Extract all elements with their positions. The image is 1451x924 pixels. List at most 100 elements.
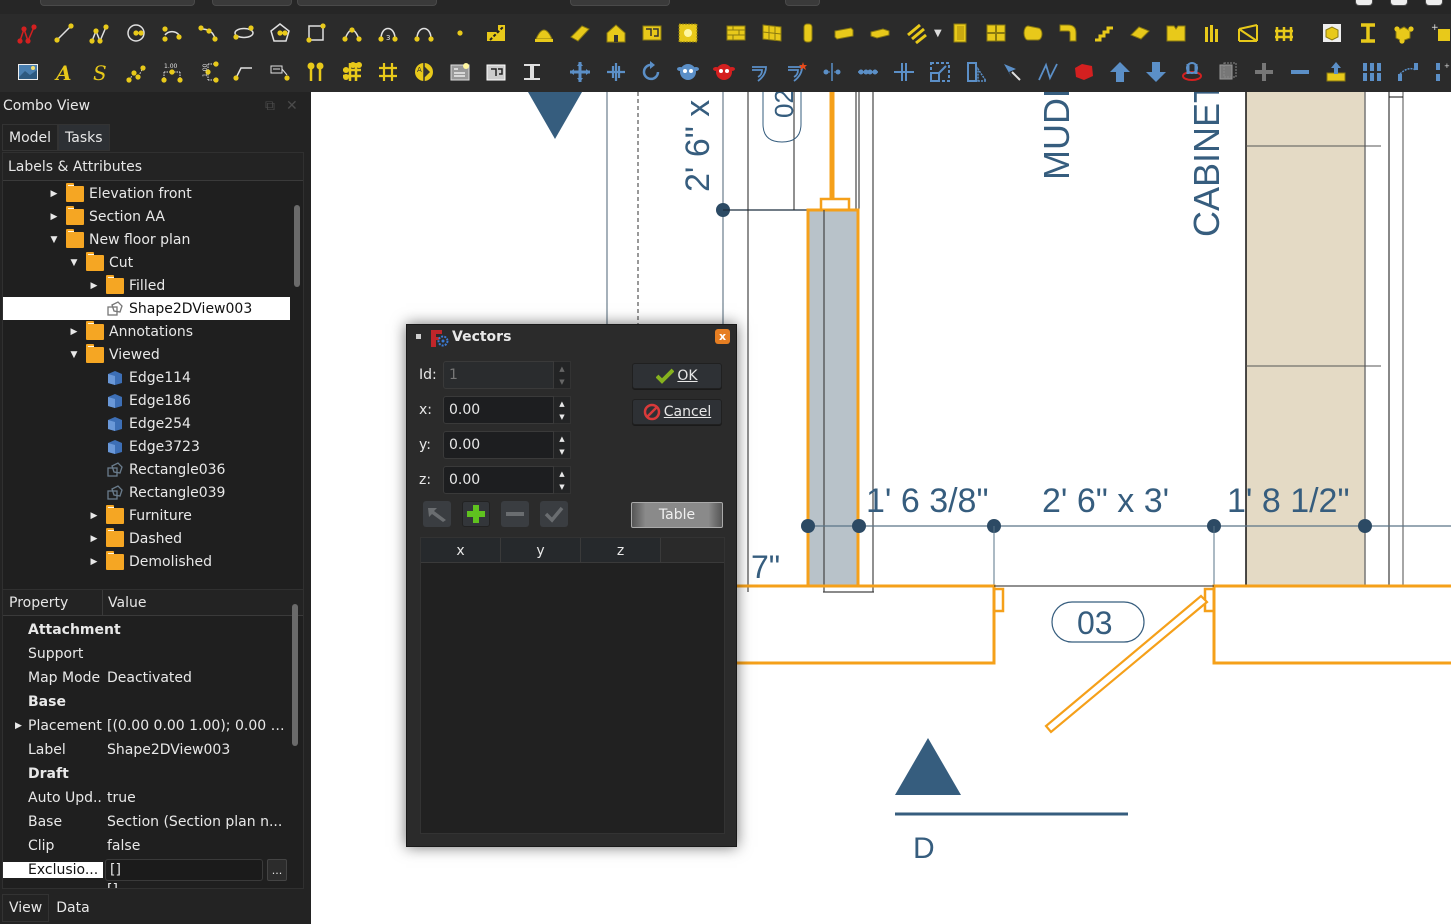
z-spinbox[interactable]: 0.00 ▲ ▼ [443,466,571,494]
tree-item[interactable]: ▶ Furniture [3,504,290,527]
remove-button[interactable] [1282,56,1318,88]
move-button[interactable] [562,56,598,88]
collapse-arrow-icon[interactable]: ▼ [68,350,80,360]
wire-to-bspline-button[interactable] [1030,56,1066,88]
mirror-button[interactable] [814,56,850,88]
window-menu-icon[interactable] [416,334,421,339]
expand-arrow-icon[interactable]: ▶ [88,281,100,291]
bezier-button[interactable] [406,17,442,49]
tree-item[interactable]: ▶Edge114 [3,366,290,389]
tree-header[interactable]: Labels & Attributes [3,153,303,181]
tree-item[interactable]: ▶ Filled [3,274,290,297]
close-button[interactable]: x [715,329,730,344]
property-row[interactable]: Map Mode Deactivated [3,666,290,690]
stretch-button[interactable] [598,56,634,88]
toolbar-combo-2[interactable] [297,0,437,6]
dimension-button[interactable]: 1.00 [154,56,190,88]
window-control[interactable] [1390,0,1408,6]
dimension-vertical-button[interactable]: 1.00 [190,56,226,88]
spin-down-icon[interactable]: ▼ [559,413,564,421]
polyline-button[interactable] [10,17,46,49]
arch-wall-button[interactable] [718,17,754,49]
value-column-header[interactable]: Value [103,595,146,611]
draft-view-button[interactable] [1210,56,1246,88]
x-spinbox[interactable]: 0.00 ▲ ▼ [443,396,571,424]
float-panel-icon[interactable]: ⧉ [265,98,275,114]
axis-system-button[interactable] [334,56,370,88]
spin-up-icon[interactable]: ▲ [559,365,564,373]
collapse-arrow-icon[interactable]: ▼ [48,235,60,245]
window-control[interactable] [1355,0,1373,6]
tab-data[interactable]: Data [49,894,97,922]
polygon-button[interactable] [262,17,298,49]
id-spinbox[interactable]: 1 ▲ ▼ [443,361,571,389]
tab-model[interactable]: Model [2,124,59,151]
arch-pipe-connector-button[interactable] [1050,17,1086,49]
property-vertical-scrollbar[interactable] [292,604,298,746]
property-row[interactable]: Support [3,642,290,666]
property-row[interactable]: Label Shape2DView003 [3,738,290,762]
push-button[interactable] [1318,56,1354,88]
point-array-button[interactable]: + [1426,56,1451,88]
x-field[interactable]: 0.00 [443,396,554,424]
spin-up-icon[interactable]: ▲ [559,470,564,478]
z-field[interactable]: 0.00 [443,466,554,494]
arch-rebar-button[interactable] [898,17,934,49]
arch-floor-button[interactable] [634,17,670,49]
bspline-button[interactable] [334,17,370,49]
toolbar-button[interactable] [785,0,820,6]
spin-down-icon[interactable]: ▼ [559,378,564,386]
tree-item[interactable]: ▶Shape2DView003 [3,297,290,320]
y-spinbox[interactable]: 0.00 ▲ ▼ [443,431,571,459]
toolbar-group[interactable] [570,0,670,6]
workbench-selector[interactable] [40,0,195,6]
text-button[interactable]: A [46,56,82,88]
table-toggle-button[interactable]: Table [631,502,723,528]
tree-item[interactable]: ▼ New floor plan [3,228,290,251]
pick-point-button[interactable] [423,501,451,527]
id-field[interactable]: 1 [443,361,554,389]
grid-button[interactable] [370,56,406,88]
arch-building-button[interactable] [598,17,634,49]
expand-arrow-icon[interactable]: ▶ [48,189,60,199]
tree-item[interactable]: ▶Rectangle039 [3,481,290,504]
arch-door-button[interactable] [942,17,978,49]
tree-item[interactable]: ▶ Annotations [3,320,290,343]
section-plane-button[interactable]: A [406,56,442,88]
dimension-chain-button[interactable] [118,56,154,88]
shape2dview-button[interactable] [514,56,550,88]
arch-pipe-button[interactable] [1014,17,1050,49]
circle-button[interactable] [118,17,154,49]
tree-item[interactable]: ▶Edge186 [3,389,290,412]
arch-window-button[interactable] [978,17,1014,49]
spin-down-icon[interactable]: ▼ [559,483,564,491]
rotate-button[interactable] [634,56,670,88]
path-array-button[interactable] [1390,56,1426,88]
tree-item[interactable]: ▶Rectangle036 [3,458,290,481]
y-field[interactable]: 0.00 [443,431,554,459]
arch-space-button[interactable] [670,17,706,49]
rectangle-button[interactable] [298,17,334,49]
arch-slab-button[interactable] [862,17,898,49]
clone-button[interactable] [670,56,706,88]
tab-tasks[interactable]: Tasks [58,124,110,151]
axis-button[interactable] [298,56,334,88]
arch-structure-slope-button[interactable] [562,17,598,49]
tree-item[interactable]: ▶ Dashed [3,527,290,550]
property-row[interactable]: Base Section (Section plan n... [3,810,290,834]
offset-button[interactable] [742,56,778,88]
tree-item[interactable]: ▶Edge3723 [3,435,290,458]
split-button[interactable] [886,56,922,88]
upgrade-button[interactable] [1102,56,1138,88]
arch-more-button[interactable]: + [1422,17,1451,49]
scale-button[interactable] [922,56,958,88]
leader-button[interactable] [226,56,262,88]
trimex-button[interactable] [994,56,1030,88]
spin-up-icon[interactable]: ▲ [559,400,564,408]
edit-list-button[interactable]: ... [267,859,287,881]
property-row[interactable]: ▶ Placement [(0.00 0.00 1.00); 0.00 de... [3,714,290,738]
point-button[interactable] [442,17,478,49]
window-control[interactable] [1425,0,1443,6]
cubic-bezier-button[interactable]: 3 [370,17,406,49]
tab-view[interactable]: View [2,894,50,922]
